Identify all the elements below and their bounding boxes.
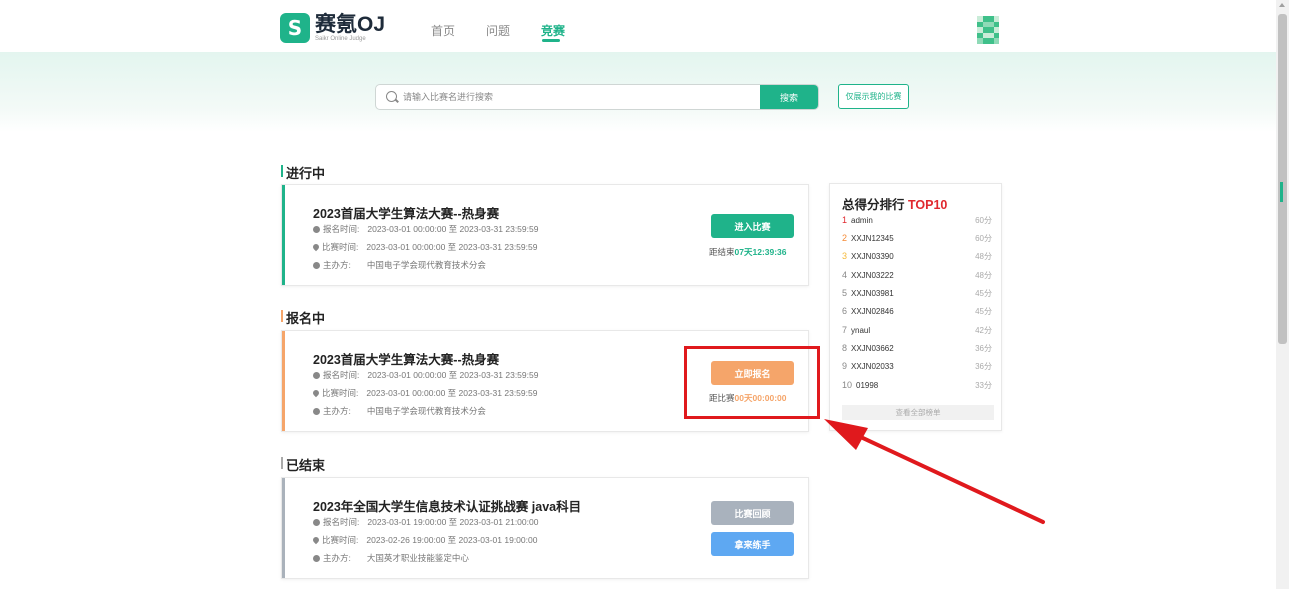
organizer: 主办方: 中国电子学会现代教育技术分会 [313, 405, 486, 417]
search-button[interactable]: 搜索 [760, 85, 818, 109]
ranking-row[interactable]: 9 XXJN02033 36分 [842, 361, 992, 377]
ranking-row[interactable]: 6 XXJN02846 45分 [842, 306, 992, 322]
registration-time: 报名时间: 2023-03-01 00:00:00 至 2023-03-31 23… [313, 223, 538, 235]
contest-title[interactable]: 2023年全国大学生信息技术认证挑战赛 java科目 [313, 496, 581, 515]
search-box: 搜索 [375, 84, 819, 110]
match-time: 比赛时间: 2023-02-26 19:00:00 至 2023-03-01 19… [311, 534, 537, 546]
user-avatar[interactable] [977, 16, 999, 44]
page: { "header": { "logo_mark": "S", "logo_ti… [0, 0, 1289, 589]
top-navbar: S 赛氪OJ Saikr Online Judge 首页 问题 竞赛 [0, 0, 1276, 52]
section-title-ended: 已结束 [281, 455, 325, 474]
practice-button[interactable]: 拿来练手 [711, 532, 794, 556]
search-icon [386, 91, 397, 102]
contest-title[interactable]: 2023首届大学生算法大赛--热身赛 [313, 349, 499, 368]
ranking-row[interactable]: 10 01998 33分 [842, 380, 992, 396]
search-input[interactable] [403, 85, 763, 109]
view-full-ranking-button[interactable]: 查看全部榜单 [842, 405, 994, 420]
nav-home[interactable]: 首页 [431, 22, 455, 39]
ranking-title: 总得分排行 TOP10 [842, 198, 948, 212]
clock-icon [313, 225, 320, 233]
ranking-row[interactable]: 4 XXJN03222 48分 [842, 270, 992, 286]
scroll-position-marker [1280, 182, 1283, 202]
nav-active-indicator [542, 39, 560, 42]
section-title-registering: 报名中 [281, 308, 325, 327]
site-logo[interactable]: S 赛氪OJ Saikr Online Judge [280, 13, 385, 43]
scrollbar-thumb[interactable] [1278, 14, 1287, 344]
scroll-up-arrow-icon[interactable] [1279, 3, 1285, 7]
location-pin-icon [311, 388, 321, 398]
vertical-scrollbar[interactable] [1276, 0, 1289, 589]
logo-icon: S [280, 13, 310, 43]
ranking-row[interactable]: 7 ynaul 42分 [842, 325, 992, 341]
ranking-row[interactable]: 3 XXJN03390 48分 [842, 251, 992, 267]
ranking-row[interactable]: 2 XXJN12345 60分 [842, 233, 992, 249]
contest-review-button[interactable]: 比赛回顾 [711, 501, 794, 525]
match-time: 比赛时间: 2023-03-01 00:00:00 至 2023-03-31 23… [311, 387, 537, 399]
logo-subtitle: Saikr Online Judge [315, 36, 366, 42]
contest-card-ended: 2023年全国大学生信息技术认证挑战赛 java科目 报名时间: 2023-03-… [281, 477, 809, 579]
registration-time: 报名时间: 2023-03-01 19:00:00 至 2023-03-01 21… [313, 516, 538, 528]
location-pin-icon [311, 535, 321, 545]
clock-icon [313, 371, 320, 379]
ranking-row[interactable]: 5 XXJN03981 45分 [842, 288, 992, 304]
registration-time: 报名时间: 2023-03-01 00:00:00 至 2023-03-31 23… [313, 369, 538, 381]
organizer: 主办方: 大国英才职业技能鉴定中心 [313, 552, 469, 564]
logo-title: 赛氪OJ [315, 13, 386, 36]
clock-icon [313, 518, 320, 526]
enter-contest-button[interactable]: 进入比赛 [711, 214, 794, 238]
ranking-row[interactable]: 1 admin 60分 [842, 215, 992, 231]
organizer: 主办方: 中国电子学会现代教育技术分会 [313, 259, 486, 271]
nav-problems[interactable]: 问题 [486, 22, 510, 39]
ranking-row[interactable]: 8 XXJN03662 36分 [842, 343, 992, 359]
info-icon [313, 554, 320, 562]
show-my-contests-button[interactable]: 仅展示我的比赛 [838, 84, 909, 109]
annotation-highlight-box [684, 346, 820, 419]
location-pin-icon [311, 242, 321, 252]
info-icon [313, 407, 320, 415]
ranking-panel: 总得分排行 TOP10 1 admin 60分 2 XXJN12345 60分 3 XXJ… [829, 183, 1002, 431]
section-title-ongoing: 进行中 [281, 163, 325, 182]
contest-card-ongoing: 2023首届大学生算法大赛--热身赛 报名时间: 2023-03-01 00:00… [281, 184, 809, 286]
match-time: 比赛时间: 2023-03-01 00:00:00 至 2023-03-31 23… [311, 241, 537, 253]
contest-title[interactable]: 2023首届大学生算法大赛--热身赛 [313, 203, 499, 222]
countdown-ongoing: 距结束07天12:39:36 [709, 247, 787, 257]
info-icon [313, 261, 320, 269]
nav-contests[interactable]: 竞赛 [541, 22, 565, 39]
